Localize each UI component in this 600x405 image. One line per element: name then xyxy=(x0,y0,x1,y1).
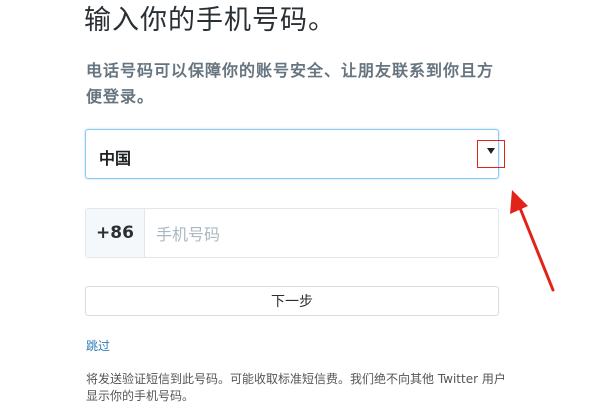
caret-down-icon xyxy=(487,148,495,154)
country-select-value: 中国 xyxy=(99,149,132,168)
skip-link[interactable]: 跳过 xyxy=(86,337,110,354)
phone-number-input[interactable] xyxy=(154,221,478,247)
page-description: 电话号码可以保障你的账号安全、让朋友联系到你且方便登录。 xyxy=(86,61,495,106)
page-title: 输入你的手机号码。 xyxy=(84,5,336,36)
dropdown-caret-highlight[interactable] xyxy=(477,140,505,168)
phone-input-group: +86 xyxy=(85,208,499,258)
next-button[interactable]: 下一步 xyxy=(85,286,499,316)
country-code-prefix: +86 xyxy=(86,209,145,257)
country-select[interactable]: 中国 xyxy=(85,129,505,179)
